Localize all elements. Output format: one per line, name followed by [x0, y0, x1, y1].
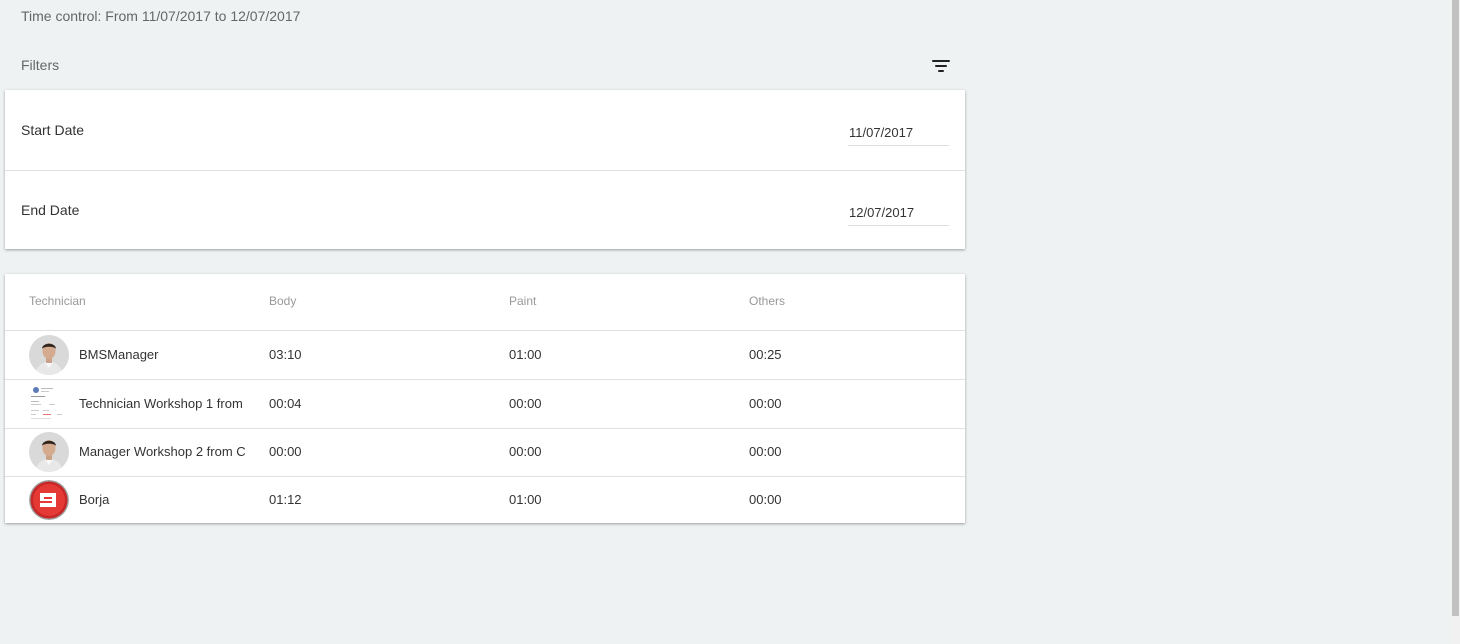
filters-card: Start Date End Date	[5, 90, 965, 249]
others-time: 00:00	[749, 396, 782, 411]
table-row[interactable]: Borja 01:12 01:00 00:00	[5, 476, 965, 524]
page: Time control: From 11/07/2017 to 12/07/2…	[0, 0, 1460, 644]
paint-time: 01:00	[509, 347, 542, 362]
column-header-body[interactable]: Body	[269, 294, 296, 308]
table-row[interactable]: Manager Workshop 2 from C 00:00 00:00 00…	[5, 428, 965, 477]
others-time: 00:00	[749, 492, 782, 507]
body-time: 00:04	[269, 396, 302, 411]
start-date-input[interactable]	[848, 120, 949, 146]
technician-table: Technician Body Paint Others BMSManager …	[5, 274, 965, 523]
body-time: 01:12	[269, 492, 302, 507]
paint-time: 00:00	[509, 444, 542, 459]
body-time: 00:00	[269, 444, 302, 459]
column-header-technician[interactable]: Technician	[29, 294, 86, 308]
technician-name: Borja	[79, 492, 110, 507]
body-time: 03:10	[269, 347, 302, 362]
scrollbar-thumb[interactable]	[1452, 0, 1459, 616]
time-control-title: Time control: From 11/07/2017 to 12/07/2…	[21, 8, 301, 24]
others-time: 00:25	[749, 347, 782, 362]
end-date-row: End Date	[5, 170, 965, 250]
red-logo-avatar	[29, 480, 69, 520]
others-time: 00:00	[749, 444, 782, 459]
paint-time: 00:00	[509, 396, 542, 411]
vertical-scrollbar[interactable]	[1450, 0, 1460, 644]
document-thumbnail-avatar	[29, 384, 69, 424]
start-date-row: Start Date	[5, 90, 965, 171]
paint-time: 01:00	[509, 492, 542, 507]
table-header: Technician Body Paint Others	[5, 274, 965, 331]
column-header-others[interactable]: Others	[749, 294, 785, 308]
table-row[interactable]: Technician Workshop 1 from 00:04 00:00 0…	[5, 380, 965, 429]
table-row[interactable]: BMSManager 03:10 01:00 00:25	[5, 331, 965, 380]
start-date-label: Start Date	[21, 122, 85, 138]
filter-list-icon[interactable]	[931, 58, 951, 74]
column-header-paint[interactable]: Paint	[509, 294, 536, 308]
technician-name: Manager Workshop 2 from C	[79, 444, 245, 459]
technician-name: Technician Workshop 1 from	[79, 396, 243, 411]
technician-name: BMSManager	[79, 347, 159, 362]
end-date-label: End Date	[21, 202, 80, 218]
person-photo-avatar	[29, 432, 69, 472]
end-date-input[interactable]	[848, 200, 949, 226]
filters-title: Filters	[21, 57, 60, 73]
person-photo-avatar	[29, 335, 69, 375]
